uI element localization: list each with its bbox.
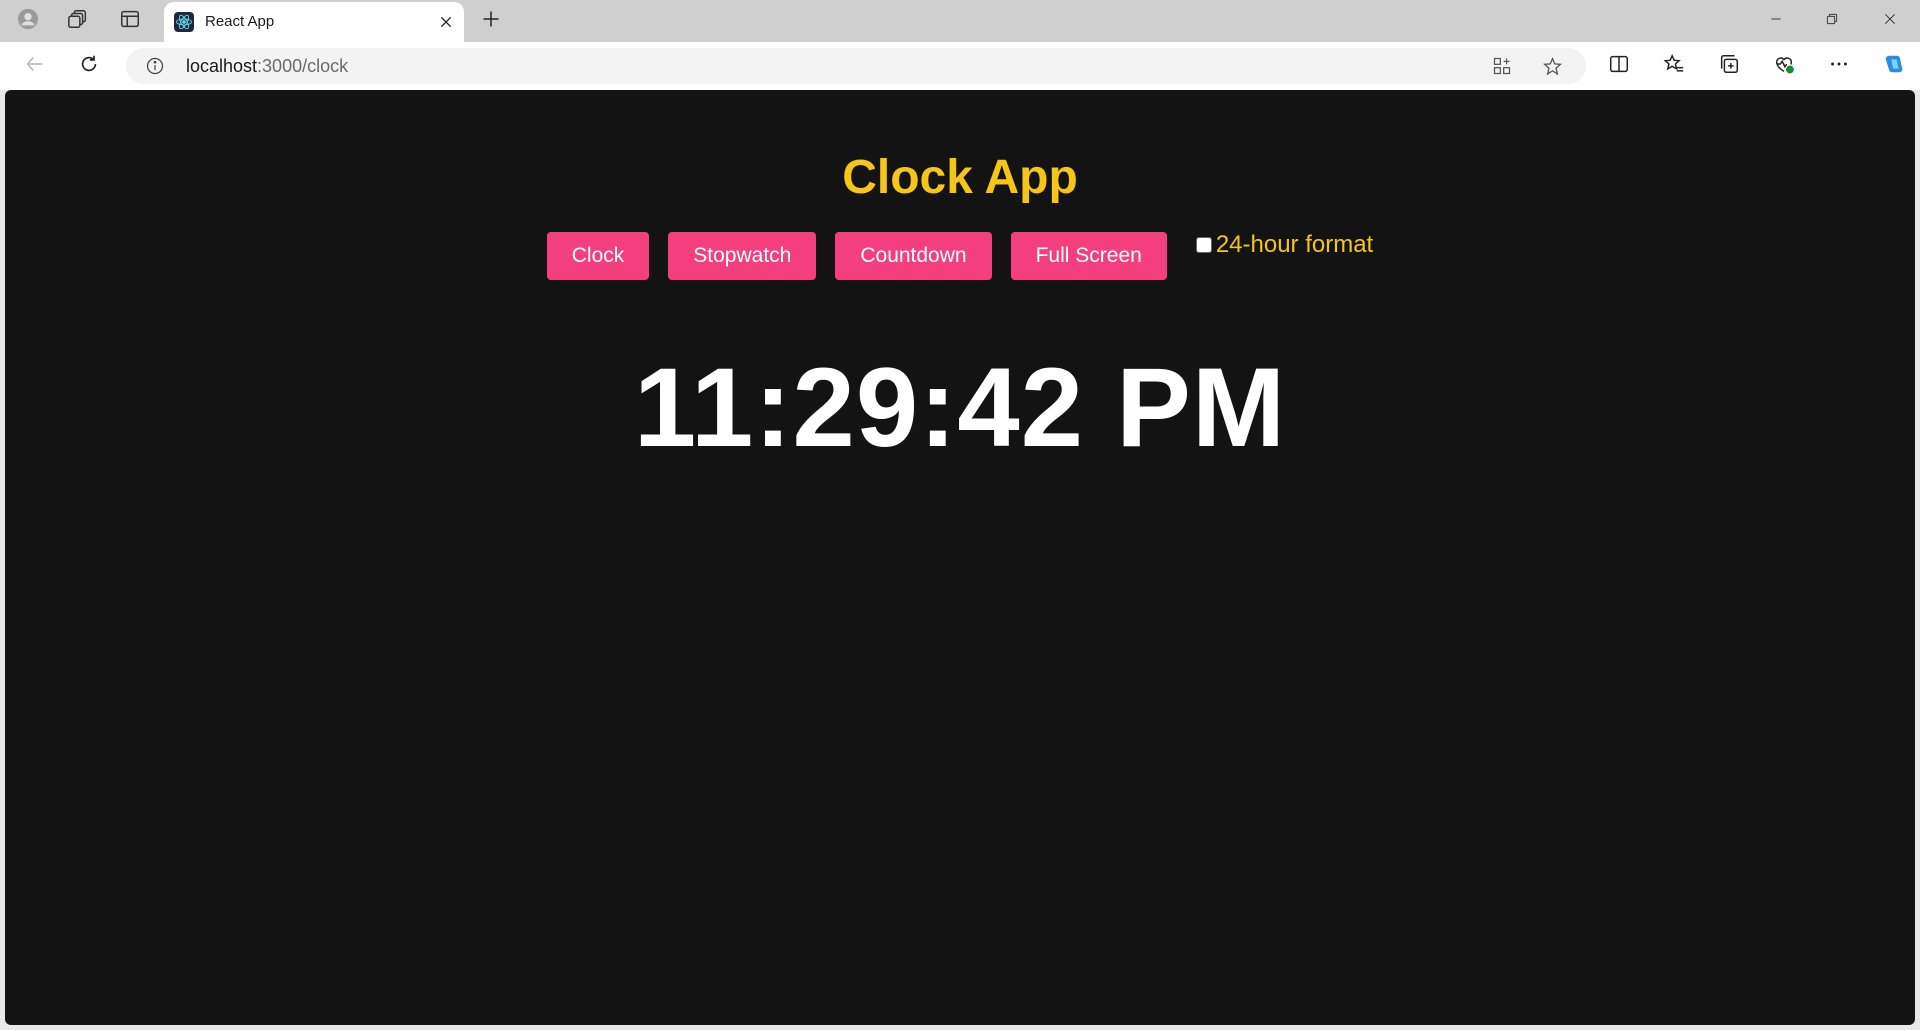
minimize-icon	[1768, 11, 1784, 32]
format-toggle[interactable]: 24-hour format	[1195, 231, 1374, 258]
close-window-button[interactable]	[1862, 0, 1918, 42]
restore-icon	[1824, 11, 1840, 32]
performance-button[interactable]	[1766, 50, 1802, 82]
copilot-button[interactable]	[1876, 50, 1912, 82]
copilot-icon	[1883, 53, 1905, 80]
collections-button[interactable]	[1711, 50, 1747, 82]
restore-button[interactable]	[1804, 0, 1860, 42]
react-logo-icon	[174, 12, 194, 32]
info-icon[interactable]	[144, 55, 166, 77]
active-tab[interactable]: React App	[164, 2, 464, 42]
tab-close-button[interactable]	[434, 10, 458, 34]
new-tab-button[interactable]	[474, 5, 508, 37]
favorites-icon	[1663, 53, 1685, 80]
star-icon[interactable]	[1538, 53, 1566, 79]
split-screen-icon	[1608, 53, 1630, 80]
more-button[interactable]	[1821, 50, 1857, 82]
workspaces-icon	[67, 8, 89, 35]
url-text: localhost:3000/clock	[186, 56, 348, 77]
favorites-button[interactable]	[1656, 50, 1692, 82]
collections-icon	[1718, 53, 1740, 80]
vertical-tabs-icon	[119, 8, 141, 35]
performance-icon	[1773, 53, 1795, 80]
minimize-button[interactable]	[1748, 0, 1804, 42]
stopwatch-button[interactable]: Stopwatch	[668, 232, 817, 280]
format-label: 24-hour format	[1215, 231, 1374, 258]
tab-title: React App	[205, 13, 275, 30]
profile-button[interactable]	[8, 5, 48, 37]
clock-button[interactable]: Clock	[546, 232, 650, 280]
clock-display: 11:29:42 PM	[633, 345, 1287, 470]
url-host: localhost	[186, 56, 258, 76]
fullscreen-button[interactable]: Full Screen	[1010, 232, 1167, 280]
mode-controls: Clock Stopwatch Countdown Full Screen 24…	[5, 232, 1915, 280]
back-arrow-icon	[24, 53, 46, 80]
close-icon	[1882, 11, 1898, 32]
vertical-tabs-button[interactable]	[110, 5, 150, 37]
workspaces-button[interactable]	[58, 5, 98, 37]
split-screen-button[interactable]	[1601, 50, 1637, 82]
page-viewport: Clock App Clock Stopwatch Countdown Full…	[5, 90, 1915, 1025]
address-bar[interactable]: localhost:3000/clock	[126, 48, 1586, 84]
plus-icon	[481, 9, 501, 34]
profile-icon	[17, 8, 39, 35]
tab-strip: React App	[0, 0, 1920, 42]
page-title: Clock App	[842, 151, 1078, 204]
reload-icon	[78, 53, 100, 80]
countdown-button[interactable]: Countdown	[835, 232, 992, 280]
app-available-icon[interactable]	[1488, 53, 1516, 79]
more-icon	[1828, 53, 1850, 80]
reload-button[interactable]	[71, 50, 107, 82]
browser-toolbar: localhost:3000/clock	[0, 42, 1920, 90]
url-path: :3000/clock	[257, 56, 349, 76]
format-checkbox[interactable]	[1195, 237, 1212, 253]
back-button[interactable]	[17, 50, 53, 82]
